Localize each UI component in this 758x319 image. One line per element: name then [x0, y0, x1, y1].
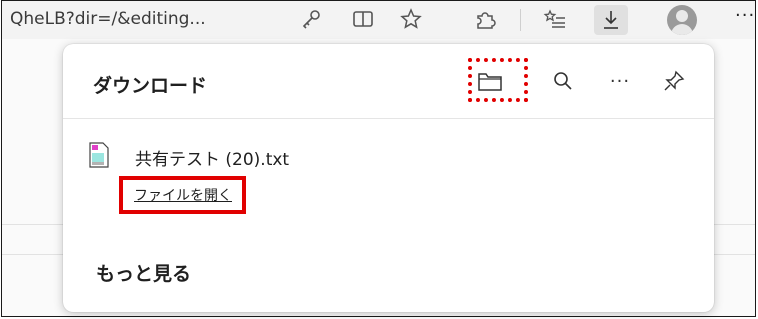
folder-icon-highlight: [468, 58, 528, 102]
downloads-panel: ダウンロード ··· 共有テスト (20).txt ファイルを開く もっと見る: [63, 44, 714, 312]
see-more-link[interactable]: もっと見る: [96, 259, 191, 286]
more-icon[interactable]: ···: [603, 64, 637, 98]
extensions-icon[interactable]: [472, 6, 498, 32]
panel-title: ダウンロード: [93, 75, 208, 97]
address-bar-text[interactable]: QheLB?dir=/&editing...: [10, 9, 206, 29]
header-divider: [63, 118, 714, 119]
key-icon[interactable]: [298, 6, 324, 32]
download-icon[interactable]: [594, 5, 628, 35]
browser-toolbar: QheLB?dir=/&editing... ···: [2, 1, 755, 39]
favorites-list-icon[interactable]: [542, 6, 568, 32]
toolbar-separator: [520, 9, 521, 31]
profile-avatar-icon[interactable]: [667, 5, 697, 35]
more-icon[interactable]: ···: [735, 5, 755, 26]
search-icon[interactable]: [546, 64, 580, 98]
favorite-star-icon[interactable]: [398, 6, 424, 32]
text-file-icon: [89, 142, 109, 168]
pin-icon[interactable]: [657, 64, 691, 98]
download-file-name[interactable]: 共有テスト (20).txt: [135, 145, 289, 170]
open-file-highlight: [119, 176, 246, 214]
split-screen-icon[interactable]: [350, 6, 376, 32]
